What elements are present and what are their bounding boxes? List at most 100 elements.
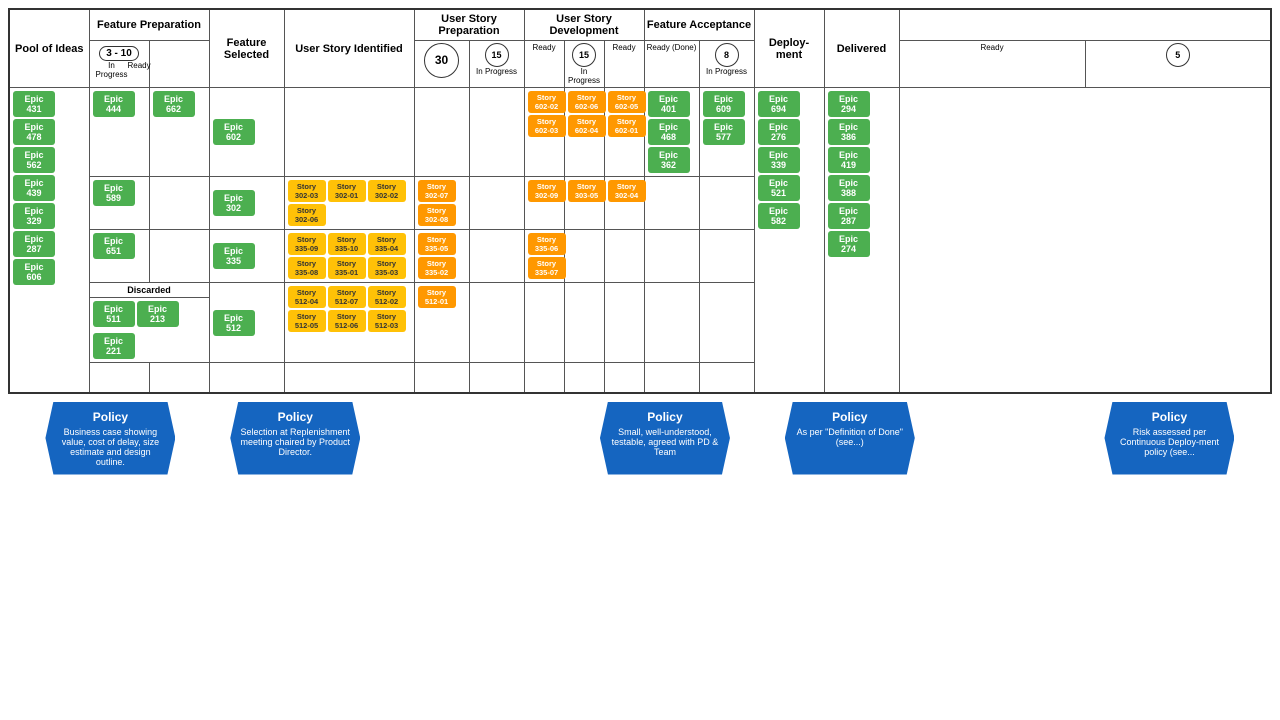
feat-sel-335: Epic335 (209, 230, 284, 283)
usp-in-335: Story335-05 Story335-02 (414, 230, 469, 283)
usi-512: Story512-04 Story512-07 Story512-02 Stor… (284, 283, 414, 363)
story-602-06: Story602-06 (568, 91, 606, 113)
story-512-03: Story512-03 (368, 310, 406, 332)
usd-ready-602: Story602-06 Story602-04 (564, 88, 604, 177)
fa-in-r4 (644, 283, 699, 363)
policy-box-1: Policy Business case showing value, cost… (45, 402, 175, 475)
feat-prep-ready-col (149, 41, 209, 88)
usd-done-cell: Ready (Done) (644, 41, 699, 88)
usd-done-r5 (604, 363, 644, 393)
pool-epic-431: Epic431 (13, 91, 55, 117)
story-512-06: Story512-06 (328, 310, 366, 332)
pool-epic-439: Epic439 (13, 175, 55, 201)
usd-done-label: Ready (Done) (647, 43, 697, 52)
story-512-07: Story512-07 (328, 286, 366, 308)
usi-r5 (284, 363, 414, 393)
epic-335-sel: Epic335 (213, 243, 255, 269)
discarded-label: Discarded (90, 283, 209, 298)
fa-ready-label: Ready (980, 43, 1003, 52)
story-512-01: Story512-01 (418, 286, 456, 308)
feat-prep-ready-r3 (149, 230, 209, 283)
story-602-03: Story602-03 (528, 115, 566, 137)
fa-ready-r2 (699, 177, 754, 230)
col-header-feat-sel: Feature Selected (209, 9, 284, 88)
epic-362: Epic362 (648, 147, 690, 173)
policy-2-title: Policy (240, 410, 350, 424)
col-header-usd: User Story Development (524, 9, 644, 41)
policy-section: Policy Business case showing value, cost… (8, 402, 1272, 475)
usp-ready-wip-cell: Ready (524, 41, 564, 88)
policy-3-title: Policy (610, 410, 720, 424)
feat-prep-inprogress-444: Epic444 (89, 88, 149, 177)
col-header-usp: User Story Preparation (414, 9, 524, 41)
usi-602 (284, 88, 414, 177)
epic-602-sel: Epic602 (213, 119, 255, 145)
usd-ready-cell: Ready (604, 41, 644, 88)
feat-prep-in-label: In Progress (96, 61, 128, 79)
story-302-04: Story302-04 (608, 180, 646, 202)
pool-epic-478: Epic478 (13, 119, 55, 145)
policy-box-5: Policy Risk assessed per Continuous Depl… (1104, 402, 1234, 475)
epic-335-row: Epic651 Epic335 Story335-09 Story335-10 … (9, 230, 1271, 283)
story-335-02: Story335-02 (418, 257, 456, 279)
fa-in-wip-cell: 8 In Progress (699, 41, 754, 88)
feat-sel-602: Epic602 (209, 88, 284, 177)
epic-511: Epic511 (93, 301, 135, 327)
pool-epic-329: Epic329 (13, 203, 55, 229)
story-602-02: Story602-02 (528, 91, 566, 113)
epic-401: Epic401 (648, 91, 690, 117)
fa-in-r2 (644, 177, 699, 230)
usd-in-512 (524, 283, 564, 363)
story-302-08: Story302-08 (418, 204, 456, 226)
fa-in-401: Epic401 Epic468 Epic362 (644, 88, 699, 177)
usi-335: Story335-09 Story335-10 Story335-04 Stor… (284, 230, 414, 283)
usp-ready-512 (469, 283, 524, 363)
story-302-06: Story302-06 (288, 204, 326, 226)
usd-ready-r5 (564, 363, 604, 393)
deploy-wip-cell: 5 (1085, 41, 1271, 88)
epic-287-del: Epic287 (828, 203, 870, 229)
epic-521: Epic521 (758, 175, 800, 201)
pool-header-label: Pool of Ideas (15, 43, 83, 55)
story-335-01: Story335-01 (328, 257, 366, 279)
fa-ready-r4 (699, 283, 754, 363)
feat-prep-wip: 3 - 10 (99, 46, 139, 61)
epic-221: Epic221 (93, 333, 135, 359)
policy-5-title: Policy (1114, 410, 1224, 424)
story-335-09: Story335-09 (288, 233, 326, 255)
feat-prep-ready-r2 (149, 177, 209, 230)
policy-spacer-2 (970, 402, 1050, 475)
usd-done-335 (604, 230, 644, 283)
usp-in-wip-cell: 15 In Progress (469, 41, 524, 88)
usp-in-512: Story512-01 (414, 283, 469, 363)
deploy-wip-badge: 5 (1166, 43, 1190, 67)
usi-wip-cell: 30 (414, 41, 469, 88)
usd-in-335: Story335-06 Story335-07 (524, 230, 564, 283)
usp-wip-badge: 15 (485, 43, 509, 67)
story-335-04: Story335-04 (368, 233, 406, 255)
story-302-03: Story302-03 (288, 180, 326, 202)
story-335-08: Story335-08 (288, 257, 326, 279)
col-header-delivered: Delivered (824, 9, 899, 88)
feat-prep-ready-label: Ready (128, 61, 151, 79)
epic-276: Epic276 (758, 119, 800, 145)
usd-in-label: In Progress (568, 67, 600, 85)
usp-header-label: User Story Preparation (438, 13, 499, 37)
usd-done-302: Story302-04 (604, 177, 644, 230)
col-header-fa: Feature Acceptance (644, 9, 754, 41)
story-512-04: Story512-04 (288, 286, 326, 308)
usp-ready-335 (469, 230, 524, 283)
usp-ready-label: Ready (532, 43, 555, 52)
usd-in-r5 (524, 363, 564, 393)
policy-1-text: Business case showing value, cost of del… (55, 427, 165, 467)
story-335-07: Story335-07 (528, 257, 566, 279)
feat-prep-inprogress-589: Epic589 (89, 177, 149, 230)
epic-419: Epic419 (828, 147, 870, 173)
epic-582: Epic582 (758, 203, 800, 229)
policy-3-text: Small, well-understood, testable, agreed… (610, 427, 720, 457)
delivered-column: Epic294 Epic386 Epic419 Epic388 Epic287 … (824, 88, 899, 393)
fa-ready-r5 (699, 363, 754, 393)
usp-in-302: Story302-07 Story302-08 (414, 177, 469, 230)
pool-column: Epic431 Epic478 Epic562 Epic439 Epic329 … (9, 88, 89, 393)
col-header-usi: User Story Identified (284, 9, 414, 88)
